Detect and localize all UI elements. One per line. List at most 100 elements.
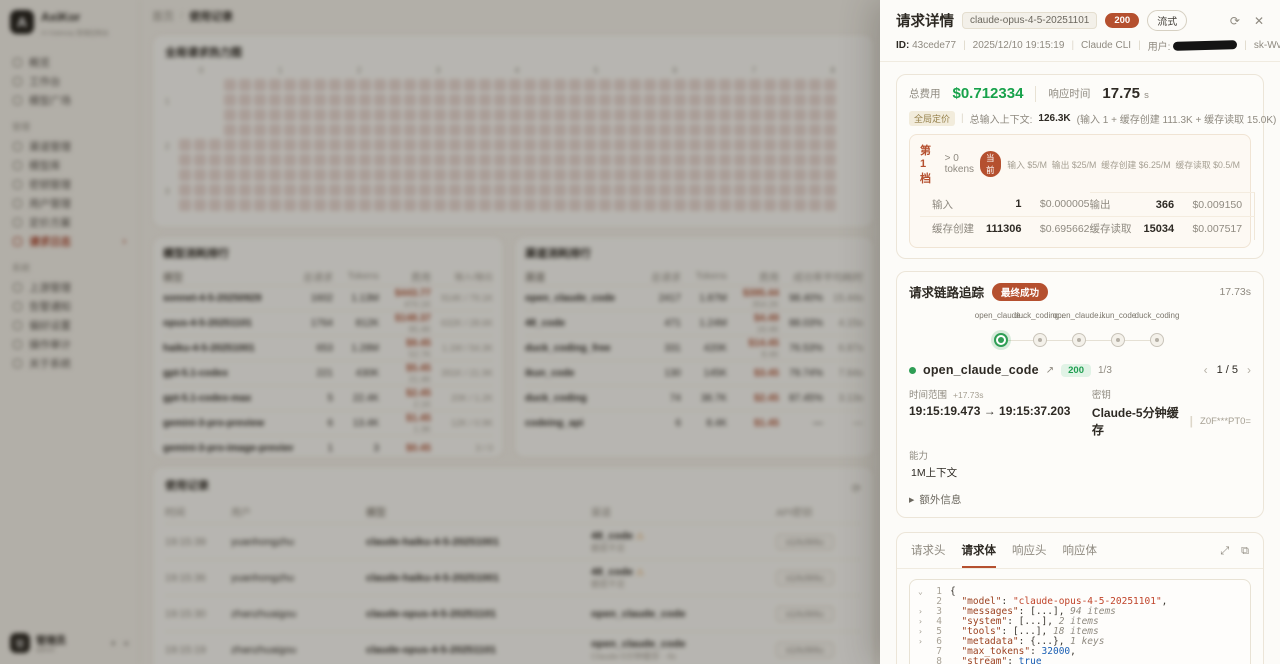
breadcrumb-home[interactable]: 首页 — [152, 8, 174, 24]
table-row[interactable]: 19:15:19 zhanzhuaigou claude-opus-4-5-20… — [165, 631, 861, 664]
trace-node[interactable] — [994, 333, 1008, 347]
extra-info-toggle[interactable]: ▶ 额外信息 — [909, 492, 1251, 507]
table-row[interactable]: open_claude_code 2417 1.87M $395.44 354.… — [525, 285, 863, 310]
token-count: 430K — [333, 368, 379, 379]
token-value: 111306 — [986, 223, 1022, 235]
expand-icon[interactable]: ⤢ — [1220, 545, 1229, 558]
cost-value: $2.45 — [727, 393, 779, 404]
tab-响应头[interactable]: 响应头 — [1012, 542, 1047, 568]
attempt-header: open_claude_code ↗ 200 1/3 ‹ 1 / 5 › — [909, 363, 1251, 377]
theme-toggle-icon[interactable]: ◑ — [109, 638, 115, 649]
sidebar-collapse-icon[interactable]: « — [123, 638, 129, 649]
total-cost-value: $0.712334 — [953, 85, 1024, 102]
sidebar-item[interactable]: 操作审计 — [10, 335, 129, 354]
table-row[interactable]: duck_coding_free 331 420K $14.45 8.4K 76… — [525, 335, 863, 360]
table-row[interactable]: gemini-3-pro-preview 6 13.4K $1.45 1.3K … — [163, 410, 493, 435]
cost-value: $0.45 — [379, 443, 431, 454]
sidebar-item[interactable]: 用户管理 — [10, 194, 129, 213]
cost-value: $3.45 — [727, 368, 779, 379]
sidebar-item[interactable]: 概览 — [10, 53, 129, 72]
sidebar-item[interactable]: 定价方案 — [10, 213, 129, 232]
sidebar-item[interactable]: 密钥管理 — [10, 175, 129, 194]
table-row[interactable]: 19:15:30 zhanzhuaigou claude-opus-4-5-20… — [165, 595, 861, 631]
table-row[interactable]: haiku-4-5-20251001 653 1.28M $9.45 52.7K… — [163, 335, 493, 360]
code-line: 8 "stream": true — [918, 657, 1242, 664]
chevron-right-icon: › — [123, 236, 126, 247]
fold-chevron-icon[interactable]: › — [918, 617, 928, 627]
table-row[interactable]: sonnet-4-5-20250929 1602 1.13M $443.77 4… — [163, 285, 493, 310]
refresh-icon[interactable]: ⟳ — [852, 482, 861, 495]
heatmap-grid — [179, 79, 836, 214]
token-cell: 缓存读取 15034 $0.007517 — [1090, 216, 1256, 240]
sidebar-item-icon — [13, 321, 22, 330]
token-count: 38.7K — [681, 393, 727, 404]
refresh-icon[interactable]: ⟳ — [1230, 14, 1240, 28]
table-row[interactable]: gpt-5.1-codex 221 430K $5.45 21.4K 391K … — [163, 360, 493, 385]
token-count: 1.13M — [333, 293, 379, 304]
table-row[interactable]: codeing_api 6 8.4K $1.45 — — — [525, 410, 863, 435]
cost-value: $5.45 — [379, 363, 431, 374]
tab-请求头[interactable]: 请求头 — [911, 542, 946, 568]
api-key-chip[interactable]: s1AcM4u — [776, 642, 834, 658]
id-label: ID: — [896, 40, 909, 51]
external-link-icon[interactable]: ↗ — [1046, 365, 1054, 376]
app-logo[interactable]: A AxiKor AI Gateway 管理控制台 — [10, 10, 129, 37]
close-icon[interactable]: ✕ — [1254, 14, 1264, 28]
sidebar-item-icon — [13, 283, 22, 292]
trace-node[interactable] — [1072, 333, 1086, 347]
request-count: 471 — [641, 318, 681, 329]
sidebar-item[interactable]: 渠道管理 — [10, 137, 129, 156]
latency-value: 17.75 s — [1102, 85, 1148, 102]
fold-chevron-icon[interactable]: › — [918, 637, 928, 647]
next-page-icon[interactable]: › — [1247, 363, 1251, 377]
sidebar-item[interactable]: 模型广场 — [10, 91, 129, 110]
tab-请求体[interactable]: 请求体 — [962, 542, 997, 568]
capability-value: 1M上下文 — [909, 465, 1251, 480]
table-row[interactable]: duck_coding 74 38.7K $2.45 87.45% 3.13s — [525, 385, 863, 410]
table-row[interactable]: gpt-5.1-codex-max 5 22.4K $2.45 2.1K 20K… — [163, 385, 493, 410]
user-role: admin — [36, 647, 66, 654]
api-key-chip[interactable]: s1AcM4u — [776, 606, 834, 622]
fold-chevron-icon[interactable]: › — [918, 607, 928, 617]
sidebar-item[interactable]: 偏好设置 — [10, 316, 129, 335]
request-count: 653 — [293, 343, 333, 354]
channel-name: open_claude_code — [525, 293, 641, 304]
logo-icon: A — [10, 10, 34, 34]
cost-cell: $395.44 354.2K — [727, 288, 779, 309]
sidebar-item[interactable]: 工作台 — [10, 72, 129, 91]
col-header: 时间 — [165, 504, 231, 519]
sidebar-item[interactable]: 关于系统 — [10, 354, 129, 373]
log-key: s1AcM4u — [776, 642, 861, 658]
copy-icon[interactable]: ⧉ — [1241, 545, 1249, 558]
sidebar-item[interactable]: 告警通知 — [10, 297, 129, 316]
tab-响应体[interactable]: 响应体 — [1063, 542, 1098, 568]
trace-node[interactable] — [1150, 333, 1164, 347]
avg-latency: — — [823, 418, 863, 429]
table-row[interactable]: 48_code 471 1.24M $4.49 16.4K 88.03% 4.1… — [525, 310, 863, 335]
trace-node[interactable] — [1033, 333, 1047, 347]
time-range-label: 时间范围 — [909, 387, 947, 401]
fold-chevron-icon[interactable]: ⌄ — [918, 587, 928, 597]
success-rate: 79.74% — [779, 368, 823, 379]
table-row[interactable]: ikun_code 130 145K $3.45 79.74% 7.64s — [525, 360, 863, 385]
api-key-chip[interactable]: s1AcM4u — [776, 534, 834, 550]
trace-node[interactable] — [1111, 333, 1125, 347]
prev-page-icon[interactable]: ‹ — [1204, 363, 1208, 377]
request-id: 43cede77 — [912, 40, 956, 51]
sidebar-item-label: 用户管理 — [29, 196, 71, 211]
sidebar-user[interactable]: 管 管理员 admin ◑ « — [10, 632, 129, 654]
cost-cell: $1.45 — [727, 418, 779, 429]
trace-card: 请求链路追踪 最终成功 17.73s open_claude...duck_co… — [896, 271, 1264, 518]
table-row[interactable]: 19:15:36 yuanhongzhu claude-haiku-4-5-20… — [165, 559, 861, 595]
cost-sub: 1.3K — [379, 424, 431, 434]
token-label: 缓存创建 — [932, 221, 986, 236]
fold-chevron-icon[interactable]: › — [918, 627, 928, 637]
avg-latency: 6.87s — [823, 343, 863, 354]
sidebar-item[interactable]: 模型库 — [10, 156, 129, 175]
sidebar-item[interactable]: 上游管理 — [10, 278, 129, 297]
api-key-chip[interactable]: s1AcM4u — [776, 570, 834, 586]
sidebar-item[interactable]: 请求日志 › — [10, 232, 129, 251]
table-row[interactable]: gemini-3-pro-image-preview 1 3 $0.45 3 /… — [163, 435, 493, 458]
table-row[interactable]: opus-4-5-20251101 1764 812K $148.37 95.4… — [163, 310, 493, 335]
table-row[interactable]: 19:15:39 yuanhongzhu claude-haiku-4-5-20… — [165, 523, 861, 559]
